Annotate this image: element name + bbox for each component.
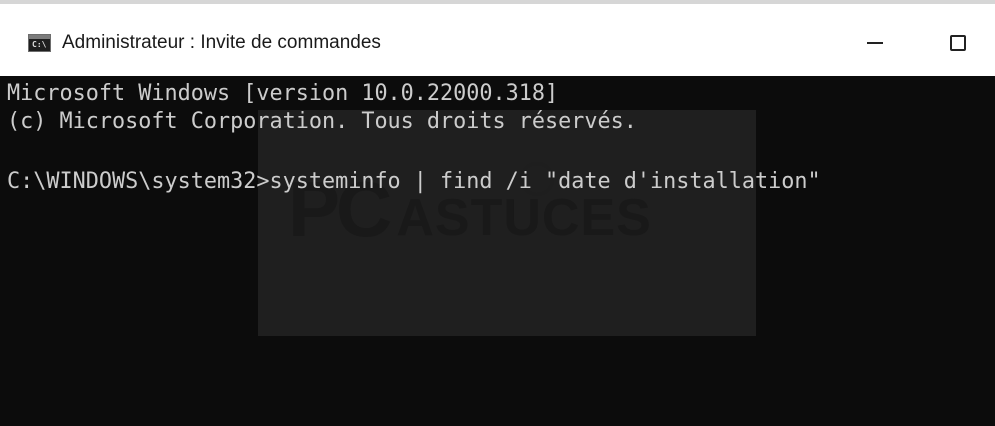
console-line-version: Microsoft Windows [version 10.0.22000.31… xyxy=(7,81,559,106)
minimize-button[interactable] xyxy=(845,20,905,66)
cmd-icon-prompt: C:\ xyxy=(32,40,47,49)
minimize-icon xyxy=(867,42,883,44)
pc-astuces-watermark: PC ASTUCES xyxy=(258,110,756,336)
console-line-copyright: (c) Microsoft Corporation. Tous droits r… xyxy=(7,109,637,134)
watermark-brand-astuces: ASTUCES xyxy=(396,189,652,247)
cmd-icon-bar xyxy=(29,35,50,39)
console-output[interactable]: PC ASTUCES Microsoft Windows [version 10… xyxy=(0,76,995,426)
cmd-icon[interactable]: C:\ xyxy=(28,34,51,52)
title-bar[interactable]: C:\ Administrateur : Invite de commandes xyxy=(0,10,995,76)
maximize-icon xyxy=(950,35,966,51)
maximize-button[interactable] xyxy=(928,20,988,66)
console-line-command: C:\WINDOWS\system32>systeminfo | find /i… xyxy=(7,169,821,194)
command-prompt-window: C:\ Administrateur : Invite de commandes… xyxy=(0,0,995,426)
window-title: Administrateur : Invite de commandes xyxy=(62,32,381,53)
window-top-edge xyxy=(0,0,995,10)
